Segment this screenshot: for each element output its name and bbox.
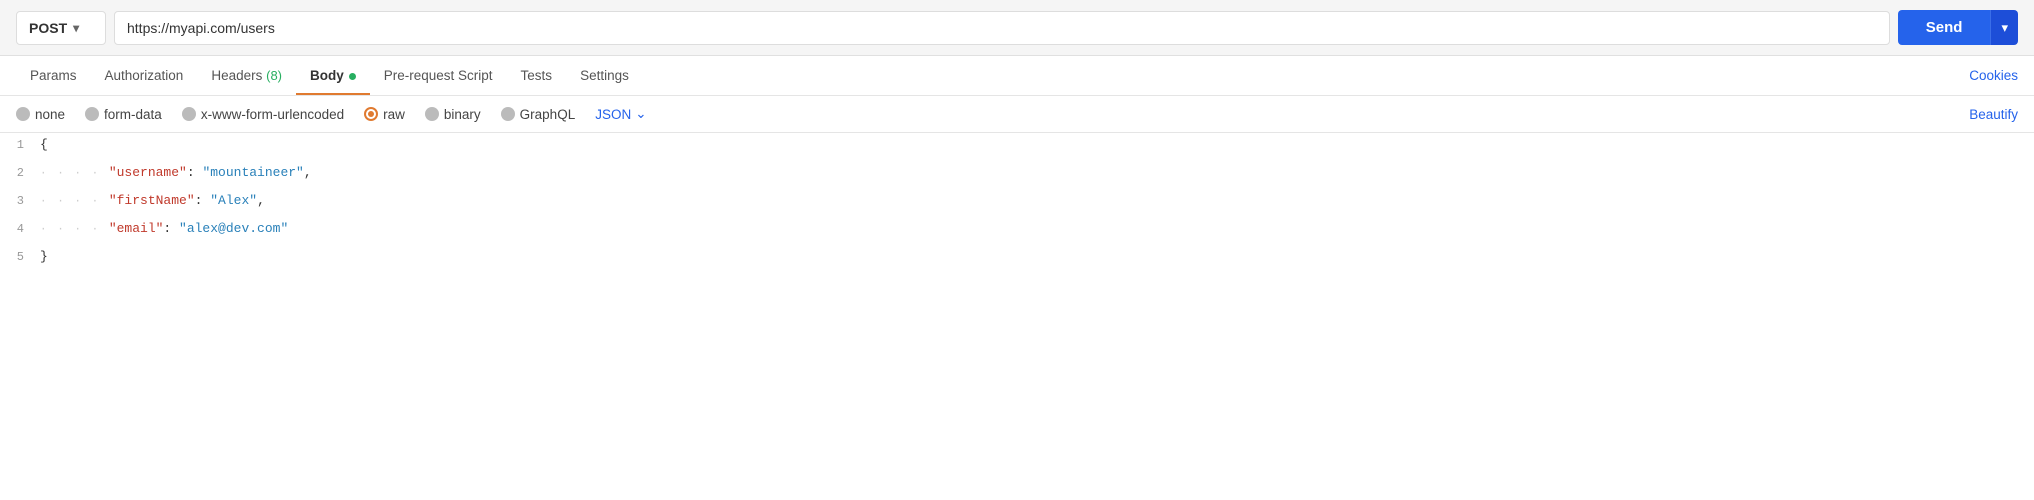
body-option-urlencoded[interactable]: x-www-form-urlencoded xyxy=(182,107,344,122)
line-number-1: 1 xyxy=(0,133,40,152)
tab-authorization[interactable]: Authorization xyxy=(91,56,198,95)
json-chevron-icon: ⌄ xyxy=(635,106,646,122)
body-active-dot xyxy=(349,73,356,80)
radio-form-data-icon xyxy=(85,107,99,121)
line-number-4: 4 xyxy=(0,217,40,236)
code-line-1: 1 { xyxy=(0,133,2034,161)
radio-graphql-icon xyxy=(501,107,515,121)
line-number-5: 5 xyxy=(0,245,40,264)
tab-tests[interactable]: Tests xyxy=(507,56,567,95)
indent-dots-2: · · · · xyxy=(40,168,109,180)
tab-settings[interactable]: Settings xyxy=(566,56,643,95)
beautify-button[interactable]: Beautify xyxy=(1969,107,2018,122)
json-key-3: "firstName" xyxy=(109,193,195,208)
indent-dots-3: · · · · xyxy=(40,196,109,208)
body-options-row: none form-data x-www-form-urlencoded raw… xyxy=(0,96,2034,133)
tabs-row: Params Authorization Headers (8) Body Pr… xyxy=(0,56,2034,96)
code-line-4: 4 · · · · "email": "alex@dev.com" xyxy=(0,217,2034,245)
body-option-raw[interactable]: raw xyxy=(364,107,405,122)
send-button[interactable]: Send xyxy=(1898,10,1991,45)
tab-body[interactable]: Body xyxy=(296,56,370,95)
send-dropdown-button[interactable]: ▾ xyxy=(1990,10,2018,45)
json-type-dropdown[interactable]: JSON ⌄ xyxy=(595,106,646,122)
body-option-none[interactable]: none xyxy=(16,107,65,122)
body-option-form-data[interactable]: form-data xyxy=(85,107,162,122)
tab-headers[interactable]: Headers (8) xyxy=(197,56,296,95)
json-key-2: "username" xyxy=(109,165,187,180)
indent-dots-4: · · · · xyxy=(40,224,109,236)
line-content-4: · · · · "email": "alex@dev.com" xyxy=(40,217,2034,240)
headers-badge: (8) xyxy=(266,68,282,83)
json-value-4: "alex@dev.com" xyxy=(179,221,288,236)
line-content-3: · · · · "firstName": "Alex", xyxy=(40,189,2034,212)
code-line-5: 5 } xyxy=(0,245,2034,273)
line-content-1: { xyxy=(40,133,2034,156)
tab-prerequest[interactable]: Pre-request Script xyxy=(370,56,507,95)
json-key-4: "email" xyxy=(109,221,164,236)
send-button-group: Send ▾ xyxy=(1898,10,2018,45)
line-number-2: 2 xyxy=(0,161,40,180)
tab-params[interactable]: Params xyxy=(16,56,91,95)
line-content-5: } xyxy=(40,245,2034,268)
url-bar: POST ▾ Send ▾ xyxy=(0,0,2034,56)
json-value-2: "mountaineer" xyxy=(202,165,303,180)
radio-none-icon xyxy=(16,107,30,121)
method-label: POST xyxy=(29,20,67,36)
line-content-2: · · · · "username": "mountaineer", xyxy=(40,161,2034,184)
code-editor[interactable]: 1 { 2 · · · · "username": "mountaineer",… xyxy=(0,133,2034,273)
method-selector[interactable]: POST ▾ xyxy=(16,11,106,45)
body-option-graphql[interactable]: GraphQL xyxy=(501,107,576,122)
cookies-link[interactable]: Cookies xyxy=(1969,56,2018,95)
line-number-3: 3 xyxy=(0,189,40,208)
code-lines: 1 { 2 · · · · "username": "mountaineer",… xyxy=(0,133,2034,273)
radio-raw-icon xyxy=(364,107,378,121)
body-option-binary[interactable]: binary xyxy=(425,107,481,122)
radio-urlencoded-icon xyxy=(182,107,196,121)
method-chevron-icon: ▾ xyxy=(73,21,79,35)
code-line-2: 2 · · · · "username": "mountaineer", xyxy=(0,161,2034,189)
json-value-3: "Alex" xyxy=(210,193,257,208)
radio-binary-icon xyxy=(425,107,439,121)
url-input[interactable] xyxy=(114,11,1890,45)
code-line-3: 3 · · · · "firstName": "Alex", xyxy=(0,189,2034,217)
